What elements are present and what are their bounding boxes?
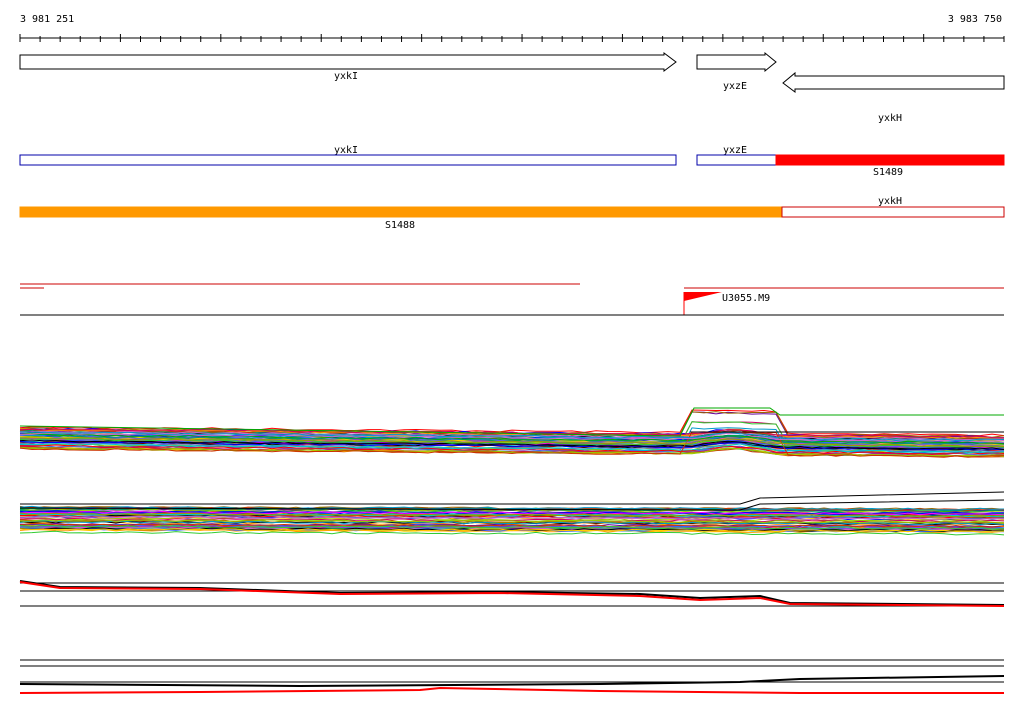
segment-S1488[interactable]: [19, 206, 783, 218]
gene-label-yxkI: yxkI: [334, 71, 358, 82]
track3-label-yxkH: yxkH: [878, 196, 902, 207]
segment-S1489[interactable]: [775, 154, 1005, 166]
expression-profile-track-3: [19, 580, 1005, 607]
gene-box-yxzE[interactable]: [696, 154, 777, 166]
track2-label-yxzE: yxzE: [723, 145, 747, 156]
profile-line-red: [19, 581, 1005, 607]
gene-arrow-yxzE[interactable]: [696, 51, 777, 73]
promoter-label: U3055.M9: [722, 293, 770, 304]
segment-label-S1489: S1489: [873, 167, 903, 178]
expression-profile-track-4: [19, 659, 1005, 694]
expression-profile-track-1: [19, 407, 1005, 458]
profile-line-black: [19, 675, 1005, 688]
transcript-segment-track-1: yxkI yxzE S1489: [19, 145, 1005, 178]
promoter-flag-icon[interactable]: [684, 292, 722, 301]
gene-label-yxkH: yxkH: [878, 113, 902, 124]
gene-arrow-yxkH[interactable]: [782, 71, 1005, 93]
genome-browser-view: 3 981 251 3 983 750 yxkI yxzE yxkH yxkI …: [0, 0, 1024, 714]
gene-arrow-track: yxkI yxzE yxkH: [19, 51, 1005, 124]
track2-label-yxkI: yxkI: [334, 145, 358, 156]
gene-box-yxkH[interactable]: [781, 206, 1005, 218]
transcript-segment-track-2: S1488 yxkH: [19, 196, 1005, 231]
genome-track-canvas: 3 981 251 3 983 750 yxkI yxzE yxkH yxkI …: [19, 14, 1005, 694]
coord-end-label: 3 983 750: [948, 14, 1002, 25]
gene-arrow-yxkI[interactable]: [19, 52, 677, 72]
coordinate-ruler: [19, 34, 1005, 42]
coord-start-label: 3 981 251: [20, 14, 74, 25]
profile-line-red: [19, 686, 1004, 694]
gene-label-yxzE: yxzE: [723, 81, 747, 92]
expression-profile-track-2: [19, 491, 1005, 536]
segment-label-S1488: S1488: [385, 220, 415, 231]
gene-box-yxkI[interactable]: [19, 154, 677, 166]
regulatory-track: U3055.M9: [20, 283, 1004, 316]
